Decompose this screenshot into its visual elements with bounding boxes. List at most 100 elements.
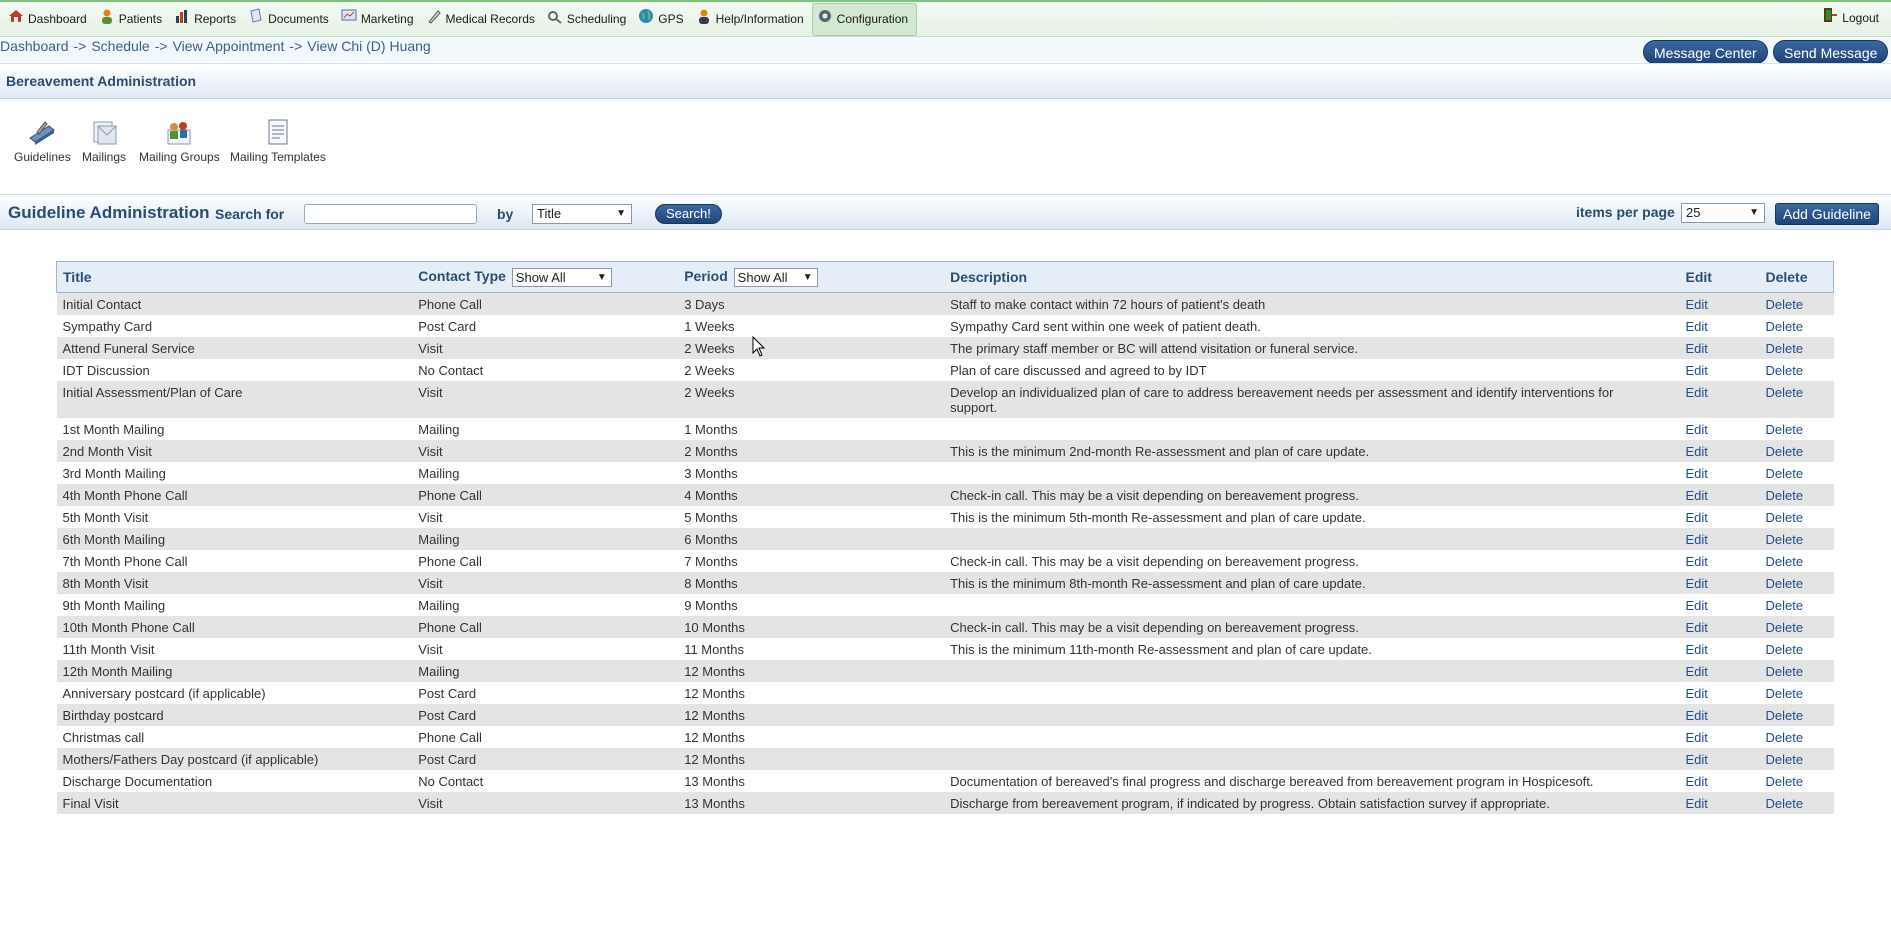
edit-link[interactable]: Edit (1686, 554, 1708, 569)
delete-link[interactable]: Delete (1765, 444, 1803, 459)
row-description: Plan of care discussed and agreed to by … (950, 363, 1207, 378)
edit-link[interactable]: Edit (1686, 686, 1708, 701)
delete-link[interactable]: Delete (1765, 466, 1803, 481)
message-center-button[interactable]: Message Center (1643, 40, 1768, 64)
nav-item-gps[interactable]: GPS (634, 2, 691, 36)
breadcrumb-link[interactable]: View Chi (D) Huang (307, 38, 430, 54)
row-period: 3 Months (684, 466, 738, 481)
edit-link[interactable]: Edit (1686, 319, 1708, 334)
contact-type-filter[interactable]: Show All ▼ (511, 267, 612, 287)
delete-link[interactable]: Delete (1765, 708, 1803, 723)
edit-link[interactable]: Edit (1686, 363, 1708, 378)
delete-link[interactable]: Delete (1765, 686, 1803, 701)
delete-link[interactable]: Delete (1765, 385, 1803, 400)
nav-item-configuration[interactable]: Configuration (811, 2, 918, 36)
edit-link[interactable]: Edit (1686, 664, 1708, 679)
nav-item-help-information[interactable]: Help/Information (692, 2, 812, 36)
edit-link[interactable]: Edit (1686, 752, 1708, 767)
row-title: Christmas call (62, 730, 145, 745)
delete-link[interactable]: Delete (1765, 319, 1803, 334)
nav-item-marketing[interactable]: Marketing (337, 2, 422, 36)
edit-link[interactable]: Edit (1686, 620, 1708, 635)
delete-link[interactable]: Delete (1765, 664, 1803, 679)
logout-button[interactable]: Logout (1822, 8, 1879, 26)
search-button[interactable]: Search! (655, 204, 722, 224)
table-row: Initial Contact Phone Call 3 Days Staff to … (56, 292, 1834, 315)
period-filter[interactable]: Show All ▼ (733, 267, 818, 287)
edit-link[interactable]: Edit (1686, 466, 1708, 481)
row-period: 8 Months (684, 576, 738, 591)
nav-item-patients[interactable]: Patients (95, 2, 170, 36)
delete-link[interactable]: Delete (1765, 576, 1803, 591)
delete-link[interactable]: Delete (1765, 752, 1803, 767)
delete-link[interactable]: Delete (1765, 363, 1803, 378)
edit-cell: Edit (1680, 682, 1760, 704)
add-guideline-button[interactable]: Add Guideline (1775, 203, 1879, 225)
edit-link[interactable]: Edit (1686, 510, 1708, 525)
search-input[interactable] (304, 204, 477, 224)
row-contact-type: Visit (418, 576, 443, 591)
delete-link[interactable]: Delete (1765, 642, 1803, 657)
column-header-title[interactable]: Title (57, 262, 413, 293)
edit-link[interactable]: Edit (1686, 796, 1708, 811)
delete-link[interactable]: Delete (1765, 510, 1803, 525)
edit-link[interactable]: Edit (1686, 341, 1708, 356)
edit-link[interactable]: Edit (1686, 297, 1708, 312)
nav-item-dashboard[interactable]: Dashboard (4, 2, 95, 36)
edit-link[interactable]: Edit (1686, 422, 1708, 437)
period-filter-value: Show All (737, 269, 788, 285)
delete-link[interactable]: Delete (1765, 422, 1803, 437)
delete-link[interactable]: Delete (1765, 620, 1803, 635)
nav-item-scheduling[interactable]: Scheduling (543, 2, 634, 36)
send-message-button[interactable]: Send Message (1773, 40, 1889, 64)
mailing-groups-icon (167, 122, 191, 145)
toolbar-mailing-templates[interactable]: Mailing Templates (230, 118, 326, 164)
house-icon (8, 8, 24, 24)
breadcrumb-link[interactable]: Schedule (91, 38, 149, 54)
delete-link[interactable]: Delete (1765, 554, 1803, 569)
delete-link[interactable]: Delete (1765, 532, 1803, 547)
nav-item-documents[interactable]: Documents (244, 2, 337, 36)
edit-link[interactable]: Edit (1686, 532, 1708, 547)
edit-link[interactable]: Edit (1686, 598, 1708, 613)
delete-cell: Delete (1759, 381, 1833, 418)
items-per-page-select[interactable]: 25 ▼ (1681, 203, 1765, 223)
delete-link[interactable]: Delete (1765, 341, 1803, 356)
delete-link[interactable]: Delete (1765, 730, 1803, 745)
toolbar-mailings[interactable]: Mailings (82, 118, 126, 164)
edit-link[interactable]: Edit (1686, 774, 1708, 789)
edit-link[interactable]: Edit (1686, 708, 1708, 723)
contact-type-label[interactable]: Contact Type (418, 268, 506, 284)
edit-link[interactable]: Edit (1686, 642, 1708, 657)
delete-link[interactable]: Delete (1765, 598, 1803, 613)
delete-link[interactable]: Delete (1765, 796, 1803, 811)
toolbar-guidelines[interactable]: Guidelines (14, 118, 71, 164)
row-description (944, 462, 1679, 484)
row-title: 6th Month Mailing (62, 532, 166, 547)
guideline-admin-bar: Guideline Administration Search for by T… (0, 194, 1891, 230)
nav-item-reports[interactable]: Reports (170, 2, 244, 36)
edit-link[interactable]: Edit (1686, 444, 1708, 459)
nav-item-label: GPS (658, 12, 684, 26)
delete-link[interactable]: Delete (1765, 488, 1803, 503)
row-period: 1 Weeks (684, 319, 735, 334)
delete-link[interactable]: Delete (1765, 297, 1803, 312)
toolbar-mailing-groups[interactable]: Mailing Groups (139, 118, 220, 164)
delete-link[interactable]: Delete (1765, 774, 1803, 789)
row-period: 13 Months (684, 796, 745, 811)
edit-link[interactable]: Edit (1686, 385, 1708, 400)
edit-link[interactable]: Edit (1686, 488, 1708, 503)
row-title: 10th Month Phone Call (62, 620, 195, 635)
nav-item-medical-records[interactable]: Medical Records (422, 2, 543, 36)
row-period: 2 Weeks (684, 341, 735, 356)
column-header-edit: Edit (1685, 269, 1712, 285)
row-description (944, 418, 1679, 440)
period-label[interactable]: Period (684, 268, 728, 284)
breadcrumb-link[interactable]: View Appointment (173, 38, 285, 54)
row-contact-type: Visit (418, 444, 443, 459)
edit-link[interactable]: Edit (1686, 576, 1708, 591)
search-by-select[interactable]: Title ▼ (532, 204, 632, 224)
table-header-row: Title Contact Type Show All ▼ Period Sho… (56, 261, 1834, 293)
edit-link[interactable]: Edit (1686, 730, 1708, 745)
breadcrumb-link[interactable]: Dashboard (0, 38, 69, 54)
